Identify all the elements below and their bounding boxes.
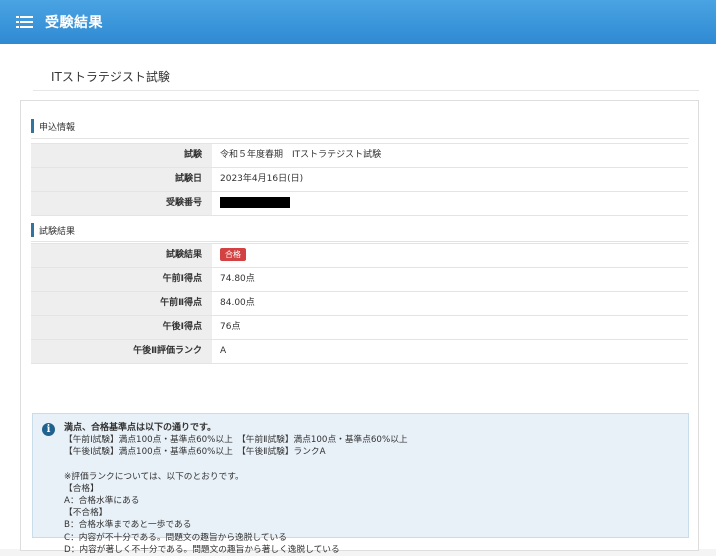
criteria-spacer — [64, 459, 678, 471]
am1-score-value: 74.80点 — [212, 268, 688, 291]
score-criteria-info-box: i 満点、合格基準点は以下の通りです。 【午前Ⅰ試験】満点100点・基準点60%… — [32, 413, 689, 555]
rank-c-description: C：内容が不十分である。問題文の趣旨から逸脱している — [64, 532, 287, 543]
pass-badge: 合格 — [220, 248, 246, 261]
criteria-line-2: 【午後Ⅰ試験】満点100点・基準点60%以上 【午後Ⅱ試験】ランクA — [64, 447, 326, 458]
list-icon[interactable] — [16, 15, 33, 29]
page-title: 受験結果 — [45, 15, 103, 31]
row-label-examinee-number: 受験番号 — [31, 192, 212, 215]
table-row: 午後Ⅱ評価ランク A — [31, 340, 688, 364]
table-row: 午前Ⅰ得点 74.80点 — [31, 268, 688, 292]
info-circle-icon: i — [42, 423, 55, 436]
table-row: 午前Ⅱ得点 84.00点 — [31, 292, 688, 316]
exam-results-heading: 試験結果 — [31, 221, 75, 239]
rank-d-description: D：内容が著しく不十分である。問題文の趣旨から著しく逸脱している — [64, 544, 340, 555]
row-label-exam: 試験 — [31, 144, 212, 167]
rank-b-description: B：合格水準まであと一歩である — [64, 520, 192, 531]
pass-rank-heading: 【合格】 — [64, 483, 99, 494]
redacted-examinee-number — [220, 197, 290, 208]
rank-note: ※評価ランクについては、以下のとおりです。 — [64, 471, 244, 482]
result-value: 合格 — [212, 244, 688, 267]
exam-name-value: 令和５年度春期 ITストラテジスト試験 — [212, 144, 688, 167]
result-panel: 申込情報 試験 令和５年度春期 ITストラテジスト試験 試験日 2023年4月1… — [20, 100, 699, 555]
row-label-am1-score: 午前Ⅰ得点 — [31, 268, 212, 291]
table-row: 午後Ⅰ得点 76点 — [31, 316, 688, 340]
row-label-exam-date: 試験日 — [31, 168, 212, 191]
am2-score-value: 84.00点 — [212, 292, 688, 315]
application-info-heading: 申込情報 — [31, 117, 75, 135]
row-label-am2-score: 午前Ⅱ得点 — [31, 292, 212, 315]
row-label-result: 試験結果 — [31, 244, 212, 267]
table-row: 試験 令和５年度春期 ITストラテジスト試験 — [31, 144, 688, 168]
criteria-line-1: 【午前Ⅰ試験】満点100点・基準点60%以上 【午前Ⅱ試験】満点100点・基準点… — [64, 435, 408, 446]
title-divider — [33, 90, 699, 91]
results-heading-divider — [31, 241, 689, 242]
table-row: 受験番号 — [31, 192, 688, 216]
row-label-pm2-rank: 午後Ⅱ評価ランク — [31, 340, 212, 363]
exam-title: ITストラテジスト試験 — [51, 70, 170, 84]
exam-results-table: 試験結果 合格 午前Ⅰ得点 74.80点 午前Ⅱ得点 84.00点 午後Ⅰ得点 … — [31, 243, 688, 364]
pm2-rank-value: A — [212, 340, 688, 363]
main-content: ITストラテジスト試験 申込情報 試験 令和５年度春期 ITストラテジスト試験 … — [0, 44, 716, 555]
table-row: 試験日 2023年4月16日(日) — [31, 168, 688, 192]
table-row: 試験結果 合格 — [31, 244, 688, 268]
rank-a-description: A：合格水準にある — [64, 496, 140, 507]
criteria-title: 満点、合格基準点は以下の通りです。 — [64, 423, 217, 433]
row-label-pm1-score: 午後Ⅰ得点 — [31, 316, 212, 339]
criteria-text: 満点、合格基準点は以下の通りです。 【午前Ⅰ試験】満点100点・基準点60%以上… — [64, 422, 678, 556]
examinee-number-value — [212, 192, 688, 215]
pm1-score-value: 76点 — [212, 316, 688, 339]
top-header-bar: 受験結果 — [0, 0, 716, 44]
fail-rank-heading: 【不合格】 — [64, 508, 108, 519]
application-heading-divider — [31, 138, 689, 139]
exam-date-value: 2023年4月16日(日) — [212, 168, 688, 191]
application-info-table: 試験 令和５年度春期 ITストラテジスト試験 試験日 2023年4月16日(日)… — [31, 143, 688, 216]
